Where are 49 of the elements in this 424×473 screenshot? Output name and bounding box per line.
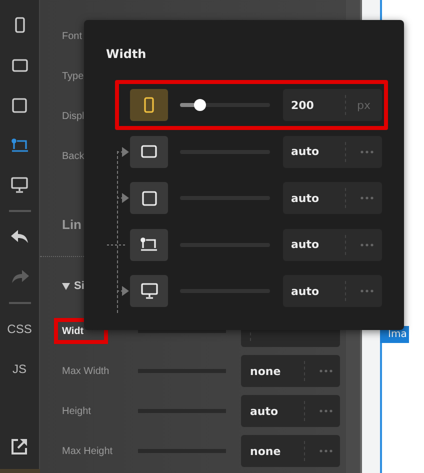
device-button[interactable]: [130, 136, 168, 168]
input-field[interactable]: none: [241, 435, 340, 467]
more-icon[interactable]: [360, 242, 374, 246]
toolbar-button[interactable]: JS: [6, 356, 34, 382]
field-label: Back: [62, 150, 84, 164]
field-label: Widt: [62, 326, 85, 336]
input-field[interactable]: 200 px: [283, 89, 382, 121]
redo-icon: [10, 270, 28, 284]
input-field[interactable]: auto: [283, 228, 382, 260]
laptop-icon: [10, 138, 28, 152]
device-button[interactable]: [130, 182, 168, 214]
phone-icon: [144, 97, 154, 113]
section-title[interactable]: Si: [74, 280, 84, 292]
group-title: Lin: [62, 217, 82, 232]
undo-icon: [10, 230, 28, 244]
field-label: Displ: [62, 110, 84, 124]
phone-icon: [14, 17, 24, 33]
desktop-icon: [140, 283, 158, 299]
desktop-icon: [11, 177, 28, 193]
tablet-icon: [142, 190, 156, 206]
more-icon[interactable]: [360, 150, 374, 154]
toolbar-button[interactable]: CSS: [6, 316, 34, 342]
more-icon[interactable]: [319, 449, 333, 453]
more-icon[interactable]: [319, 409, 333, 413]
tablet-icon: [12, 58, 28, 72]
input-field[interactable]: auto: [283, 182, 382, 214]
connector-line: [107, 244, 127, 246]
device-button[interactable]: [130, 275, 168, 307]
more-icon[interactable]: [319, 369, 333, 373]
tablet-icon: [12, 98, 27, 112]
input-field[interactable]: none: [241, 355, 340, 387]
laptop-icon: [140, 237, 158, 252]
slider-thumb[interactable]: [194, 99, 206, 111]
popup-title: Width: [106, 47, 146, 61]
input-field[interactable]: auto: [283, 275, 382, 307]
caret-icon[interactable]: [62, 282, 70, 290]
input-field[interactable]: auto: [241, 395, 340, 427]
field-label: Font: [62, 30, 82, 44]
field-label: Max Width: [62, 366, 110, 376]
more-icon[interactable]: [360, 196, 374, 200]
device-button[interactable]: [130, 228, 168, 260]
tablet-icon: [141, 145, 157, 158]
field-label: Type: [62, 70, 84, 84]
more-icon[interactable]: [360, 289, 374, 293]
input-field[interactable]: auto: [283, 136, 382, 168]
external-link-icon: [11, 438, 28, 454]
field-label: Max Height: [62, 446, 114, 456]
unit-label: px: [357, 98, 370, 112]
field-label: Height: [62, 406, 92, 416]
